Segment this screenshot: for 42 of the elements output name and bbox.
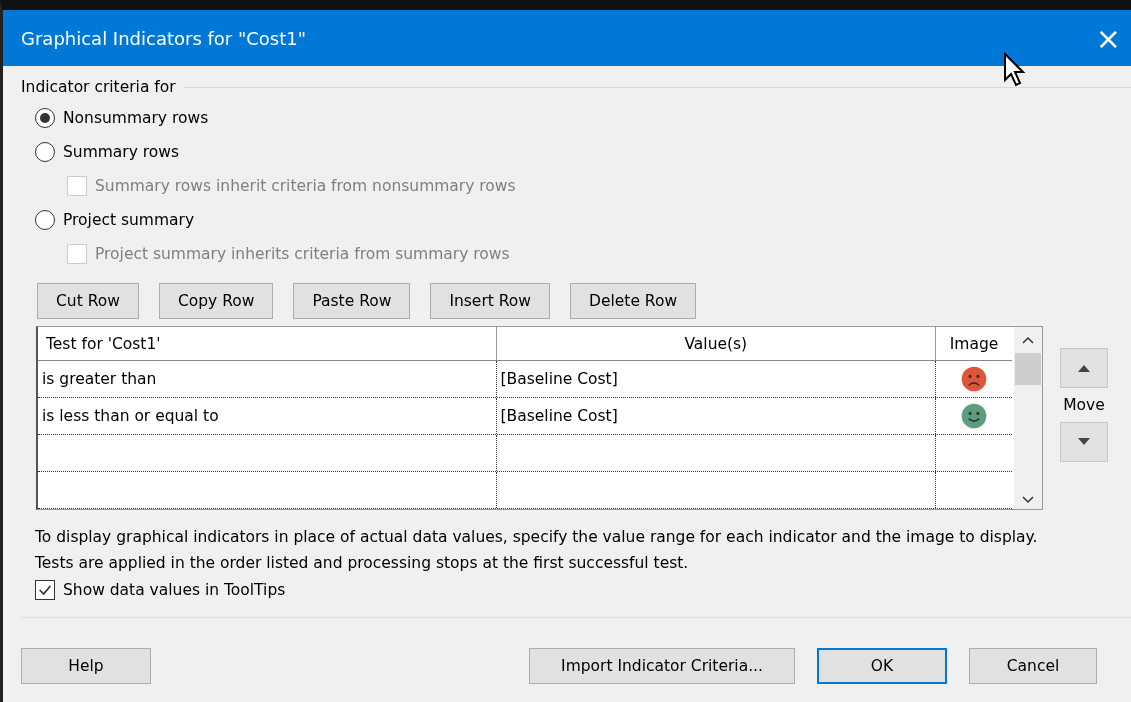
move-up-button[interactable] xyxy=(1060,348,1108,388)
row-action-button[interactable]: Copy Row xyxy=(158,283,274,319)
table-cell[interactable]: [Baseline Cost] xyxy=(496,361,937,397)
radio-label: Summary rows xyxy=(63,142,180,161)
checkbox-label: Show data values in ToolTips xyxy=(63,580,286,599)
table-cell[interactable]: is greater than xyxy=(38,361,497,397)
cancel-button[interactable]: Cancel xyxy=(969,648,1097,684)
ok-button[interactable]: OK xyxy=(817,648,947,684)
radio-label: Nonsummary rows xyxy=(63,108,209,127)
down-triangle-icon xyxy=(1076,437,1092,447)
radio-button[interactable] xyxy=(35,141,55,162)
help-button[interactable]: Help xyxy=(21,648,151,684)
column-header[interactable]: Test for 'Cost1' xyxy=(38,327,497,360)
radio-button[interactable] xyxy=(35,107,55,128)
scrollbar[interactable] xyxy=(1014,327,1042,509)
radio-label: Project summary xyxy=(63,210,195,229)
column-header[interactable]: Image xyxy=(936,327,1012,360)
scroll-down-icon[interactable] xyxy=(1021,495,1035,505)
move-label: Move xyxy=(1063,396,1105,414)
table-cell[interactable]: [Baseline Cost] xyxy=(496,398,937,434)
scrollbar-thumb[interactable] xyxy=(1015,353,1041,385)
import-button[interactable]: Import Indicator Criteria... xyxy=(529,648,795,684)
group-label: Indicator criteria for xyxy=(21,78,176,96)
window-title: Graphical Indicators for "Cost1" xyxy=(20,27,307,49)
checkbox[interactable] xyxy=(35,579,55,600)
radio-button[interactable] xyxy=(35,209,55,230)
description-text: To display graphical indicators in place of actual data values, specify the value range for each indicator and the image to display. Tests are applied in the order listed and processing stops at the first successful test. xyxy=(35,527,1039,574)
row-action-button[interactable]: Paste Row xyxy=(293,283,411,319)
smiley-face-icon[interactable] xyxy=(961,402,988,430)
sad-face-icon[interactable] xyxy=(961,365,988,393)
checkbox-label: Summary rows inherit criteria from nonsummary rows xyxy=(95,176,516,195)
row-action-button[interactable]: Delete Row xyxy=(570,283,697,319)
row-action-button[interactable]: Insert Row xyxy=(430,283,550,319)
checkbox-label: Project summary inherits criteria from summary rows xyxy=(95,244,510,263)
up-triangle-icon xyxy=(1076,363,1092,373)
cursor-icon xyxy=(1003,52,1027,88)
table-cell[interactable]: is less than or equal to xyxy=(38,398,497,434)
row-action-button[interactable]: Cut Row xyxy=(37,283,139,319)
move-down-button[interactable] xyxy=(1060,422,1108,462)
close-button[interactable]: × xyxy=(1085,20,1131,56)
scroll-up-icon[interactable] xyxy=(1021,335,1035,345)
column-header[interactable]: Value(s) xyxy=(496,327,937,360)
